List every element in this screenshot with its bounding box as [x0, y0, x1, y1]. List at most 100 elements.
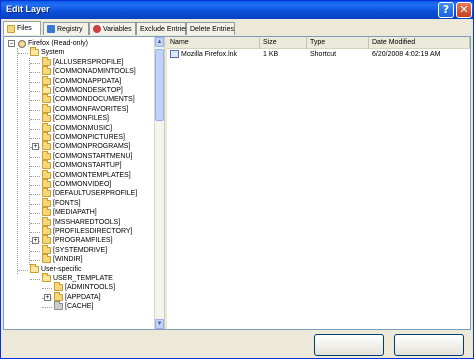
folder-icon [42, 188, 51, 198]
window-title: Edit Layer [6, 4, 50, 14]
tree-item-label: [DEFAULTUSERPROFILE] [53, 190, 138, 198]
tree-guide-line [17, 48, 18, 274]
tree-connector [30, 185, 40, 186]
scroll-down-button[interactable]: ▼ [155, 319, 164, 329]
column-header-name[interactable]: Name [167, 37, 260, 49]
tree-item[interactable]: [SYSTEMDRIVE] [42, 244, 107, 255]
tree-item[interactable]: [COMMONPROGRAMS] [42, 141, 130, 151]
expand-icon[interactable]: + [44, 293, 51, 301]
folder-icon [42, 273, 51, 282]
tree-item[interactable]: [MSSHAREDTOOLS] [42, 216, 121, 227]
tab-files-label: Files [17, 25, 32, 32]
title-bar[interactable]: Edit Layer ? ✕ [1, 1, 473, 19]
tree-connector [30, 91, 40, 92]
tree-connector [30, 260, 40, 262]
column-header-type[interactable]: Type [307, 37, 369, 49]
content-frame: − Firefox (Read-only) System [ALLUSERSPROFI… [3, 36, 471, 330]
tab-files[interactable]: Files [3, 21, 41, 35]
folder-icon [42, 169, 51, 179]
tree-connector [18, 53, 28, 55]
tree-item[interactable]: [PROFILESDIRECTORY] [42, 226, 132, 236]
tab-delete-entries[interactable]: Delete Entries [186, 22, 235, 35]
list-item[interactable]: Mozilla Firefox.lnk 1 KB Shortcut 6/20/2… [167, 50, 470, 60]
tree-item[interactable]: [DEFAULTUSERPROFILE] [42, 188, 138, 198]
tree-item-label: [ALLUSERSPROFILE] [53, 58, 124, 66]
tree-connector [42, 307, 52, 309]
tree-root[interactable]: Firefox (Read-only) [18, 39, 88, 48]
expand-icon[interactable]: + [32, 143, 39, 151]
tree-item[interactable]: [COMMONAPPDATA] [42, 75, 121, 86]
tree-item[interactable]: [APPDATA] [54, 291, 101, 302]
folder-icon [42, 103, 51, 113]
file-date-modified: 6/20/2008 4:02:19 AM [372, 51, 441, 58]
column-header-size[interactable]: Size [260, 37, 307, 49]
folder-icon [30, 47, 39, 57]
cancel-button[interactable] [394, 334, 464, 356]
folder-icon [54, 301, 63, 311]
tree-item[interactable]: [COMMONDESKTOP] [42, 85, 123, 95]
tree-item[interactable]: [COMMONVIDEO] [42, 179, 112, 189]
tree-item[interactable]: [PROGRAMFILES] [42, 235, 113, 245]
tree-item[interactable]: [COMMONFAVORITES] [42, 103, 129, 114]
tree-item[interactable]: [COMMONFILES] [42, 113, 110, 123]
folder-tree[interactable]: − Firefox (Read-only) System [ALLUSERSPROFI… [4, 37, 154, 329]
tree-item-label: [COMMONFAVORITES] [53, 105, 129, 113]
tab-registry[interactable]: Registry [43, 22, 89, 35]
tree-item[interactable]: [ALLUSERSPROFILE] [42, 56, 124, 67]
scroll-up-button[interactable]: ▲ [155, 37, 164, 47]
tab-variables[interactable]: Variables [89, 22, 136, 35]
tree-item[interactable]: [CACHE] [54, 301, 94, 311]
tree-scrollbar[interactable]: ▲ ▼ [154, 37, 164, 329]
tree-item[interactable]: [ADMINTOOLS] [54, 282, 115, 292]
tab-delete-entries-label: Delete Entries [190, 25, 234, 33]
tree-item[interactable]: [COMMONPICTURES] [42, 132, 125, 142]
help-button[interactable]: ? [438, 2, 454, 18]
tree-item-label: [MSSHAREDTOOLS] [53, 218, 121, 226]
collapse-icon[interactable]: − [8, 40, 15, 47]
folder-icon [42, 254, 51, 264]
tree-connector [30, 62, 40, 64]
tree-item[interactable]: [COMMONSTARTMENU] [42, 150, 132, 161]
tree-item-user-specific[interactable]: User-specific [30, 263, 81, 274]
expand-icon[interactable]: + [32, 237, 39, 245]
shortcut-icon [170, 50, 179, 59]
registry-icon [47, 25, 55, 33]
file-name-cell: Mozilla Firefox.lnk [167, 50, 260, 60]
scroll-thumb[interactable] [155, 49, 164, 121]
tree-item[interactable]: [COMMONMUSIC] [42, 122, 112, 133]
column-header-date-modified[interactable]: Date Modified [369, 37, 470, 49]
file-name: Mozilla Firefox.lnk [181, 51, 238, 58]
tree-item-label: [FONTS] [53, 199, 81, 207]
tab-exclude-entries-label: Exclude Entries [140, 25, 189, 33]
folder-icon [42, 56, 51, 66]
tree-item[interactable]: [WINDIR] [42, 254, 83, 264]
folder-icon [42, 94, 51, 104]
tab-exclude-entries[interactable]: Exclude Entries [136, 22, 189, 35]
tree-item-label: [COMMONVIDEO] [53, 181, 112, 188]
ok-button[interactable] [314, 334, 384, 356]
file-list[interactable]: Name Size Type Date Modified Mozilla Fir… [167, 37, 470, 329]
tree-item-label: [COMMONADMINTOOLS] [53, 68, 136, 76]
tree-item-label: [CACHE] [65, 303, 94, 311]
tree-connector [30, 175, 40, 177]
tree-item-label: [COMMONPICTURES] [53, 134, 125, 141]
tree-item-label: [COMMONFILES] [53, 115, 110, 123]
tree-item-label: [WINDIR] [53, 256, 83, 264]
close-button[interactable]: ✕ [456, 2, 472, 18]
folder-icon [54, 291, 63, 301]
tree-item[interactable]: [COMMONTEMPLATES] [42, 169, 131, 180]
tree-item-label: USER_TEMPLATE [53, 275, 113, 282]
tree-item-label: [COMMONSTARTUP] [53, 162, 122, 170]
tree-item[interactable]: [COMMONDOCUMENTS] [42, 94, 135, 104]
tree-item[interactable]: [COMMONSTARTUP] [42, 160, 122, 170]
tree-item-label: [APPDATA] [65, 293, 101, 301]
tree-item[interactable]: [COMMONADMINTOOLS] [42, 66, 136, 76]
folder-icon [42, 207, 51, 217]
tree-item-user-template[interactable]: USER_TEMPLATE [42, 273, 113, 283]
folder-icon [42, 244, 51, 254]
tree-item-label: [COMMONDESKTOP] [53, 87, 123, 94]
tree-connector [30, 232, 40, 233]
tree-connector [30, 100, 40, 102]
tree-item[interactable]: [MEDIAPATH] [42, 207, 97, 217]
layer-icon [18, 39, 26, 48]
